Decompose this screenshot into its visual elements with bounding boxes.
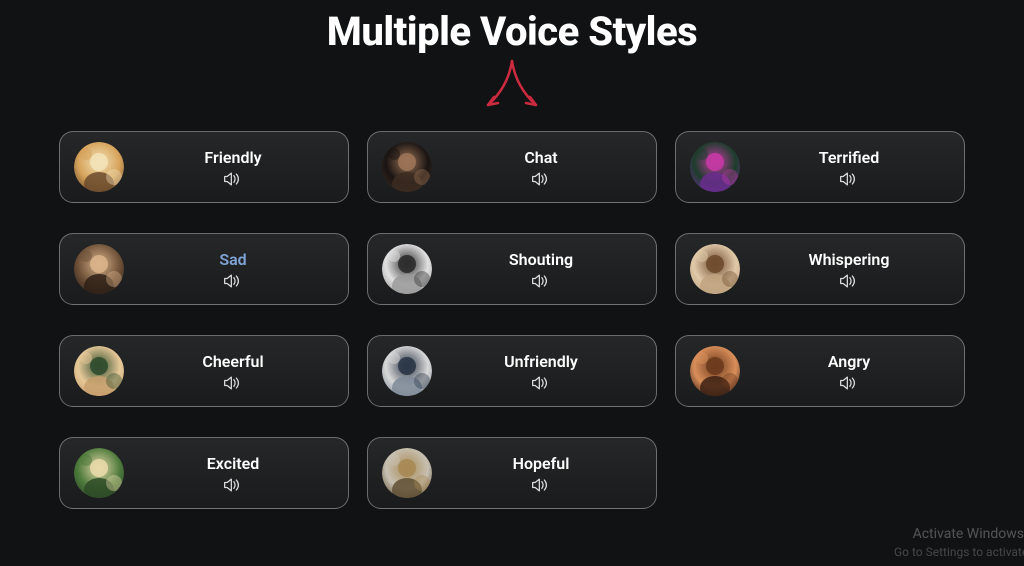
avatar-shouting bbox=[382, 244, 432, 294]
watermark-title: Activate Windows bbox=[894, 525, 1024, 544]
avatar-angry bbox=[690, 346, 740, 396]
speaker-icon[interactable] bbox=[531, 171, 551, 187]
voice-card-content: Chat bbox=[440, 148, 642, 187]
voice-card-shouting[interactable]: Shouting bbox=[367, 233, 657, 305]
voice-card-whispering[interactable]: Whispering bbox=[675, 233, 965, 305]
voice-label-shouting: Shouting bbox=[509, 250, 573, 269]
speaker-icon[interactable] bbox=[531, 477, 551, 493]
voice-label-sad: Sad bbox=[219, 250, 246, 269]
voice-card-content: Cheerful bbox=[132, 352, 334, 391]
avatar-cheerful bbox=[74, 346, 124, 396]
voice-card-content: Hopeful bbox=[440, 454, 642, 493]
avatar-hopeful bbox=[382, 448, 432, 498]
voice-card-unfriendly[interactable]: Unfriendly bbox=[367, 335, 657, 407]
avatar-sad bbox=[74, 244, 124, 294]
speaker-icon[interactable] bbox=[531, 375, 551, 391]
voice-card-content: Whispering bbox=[748, 250, 950, 289]
voice-card-content: Angry bbox=[748, 352, 950, 391]
page-title: Multiple Voice Styles bbox=[0, 0, 1024, 59]
watermark-subtitle: Go to Settings to activate Windows. bbox=[894, 544, 1024, 560]
avatar-chat bbox=[382, 142, 432, 192]
speaker-icon[interactable] bbox=[223, 273, 243, 289]
voice-card-content: Shouting bbox=[440, 250, 642, 289]
voice-card-angry[interactable]: Angry bbox=[675, 335, 965, 407]
windows-activation-watermark: Activate Windows Go to Settings to activ… bbox=[894, 525, 1024, 560]
voice-label-excited: Excited bbox=[207, 454, 259, 473]
avatar-terrified bbox=[690, 142, 740, 192]
speaker-icon[interactable] bbox=[839, 171, 859, 187]
speaker-icon[interactable] bbox=[223, 477, 243, 493]
arrow-decoration bbox=[0, 57, 1024, 117]
avatar-whispering bbox=[690, 244, 740, 294]
voice-label-angry: Angry bbox=[828, 352, 870, 371]
voice-card-sad[interactable]: Sad bbox=[59, 233, 349, 305]
voice-style-grid: Friendly Chat bbox=[0, 131, 1024, 509]
speaker-icon[interactable] bbox=[223, 171, 243, 187]
voice-label-terrified: Terrified bbox=[819, 148, 880, 167]
voice-label-whispering: Whispering bbox=[809, 250, 890, 269]
speaker-icon[interactable] bbox=[839, 273, 859, 289]
voice-card-content: Sad bbox=[132, 250, 334, 289]
voice-card-cheerful[interactable]: Cheerful bbox=[59, 335, 349, 407]
voice-label-hopeful: Hopeful bbox=[513, 454, 570, 473]
voice-card-excited[interactable]: Excited bbox=[59, 437, 349, 509]
voice-card-terrified[interactable]: Terrified bbox=[675, 131, 965, 203]
voice-label-chat: Chat bbox=[524, 148, 557, 167]
voice-label-unfriendly: Unfriendly bbox=[504, 352, 578, 371]
voice-card-content: Friendly bbox=[132, 148, 334, 187]
speaker-icon[interactable] bbox=[839, 375, 859, 391]
speaker-icon[interactable] bbox=[531, 273, 551, 289]
double-arrow-icon bbox=[452, 57, 572, 117]
speaker-icon[interactable] bbox=[223, 375, 243, 391]
voice-label-friendly: Friendly bbox=[204, 148, 261, 167]
voice-card-hopeful[interactable]: Hopeful bbox=[367, 437, 657, 509]
avatar-excited bbox=[74, 448, 124, 498]
voice-label-cheerful: Cheerful bbox=[202, 352, 263, 371]
avatar-friendly bbox=[74, 142, 124, 192]
voice-card-content: Excited bbox=[132, 454, 334, 493]
voice-card-friendly[interactable]: Friendly bbox=[59, 131, 349, 203]
avatar-unfriendly bbox=[382, 346, 432, 396]
voice-card-content: Terrified bbox=[748, 148, 950, 187]
voice-card-content: Unfriendly bbox=[440, 352, 642, 391]
voice-card-chat[interactable]: Chat bbox=[367, 131, 657, 203]
